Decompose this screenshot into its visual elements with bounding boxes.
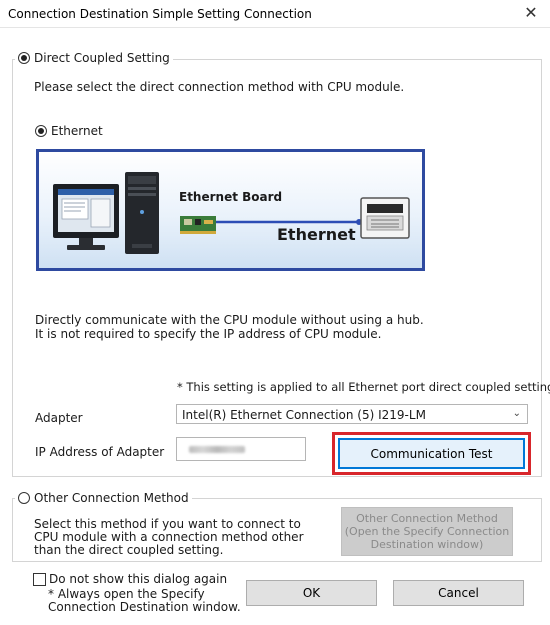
other-button-line1: Other Connection Method: [356, 512, 498, 525]
cancel-label: Cancel: [438, 586, 479, 600]
title-bar: Connection Destination Simple Setting Co…: [0, 0, 550, 28]
ethernet-board-icon: [180, 216, 216, 234]
other-description-line3: than the direct coupled setting.: [34, 543, 224, 557]
close-icon[interactable]: ✕: [522, 3, 540, 23]
communication-test-label: Communication Test: [370, 446, 493, 461]
other-connection-label: Other Connection Method: [34, 491, 189, 505]
do-not-show-checkbox[interactable]: [33, 572, 46, 586]
do-not-show-option[interactable]: Do not show this dialog again: [33, 572, 227, 586]
adapter-value: Intel(R) Ethernet Connection (5) I219-LM: [182, 408, 426, 422]
other-button-line2: (Open the Specify Connection: [344, 525, 510, 538]
ethernet-option[interactable]: Ethernet: [35, 124, 103, 138]
cancel-button[interactable]: Cancel: [393, 580, 524, 606]
desktop-computer-icon: [53, 172, 159, 254]
direct-description-line1: Directly communicate with the CPU module…: [35, 313, 424, 327]
connection-diagram: Ethernet Board Ethernet: [36, 149, 425, 271]
adapter-label: Adapter: [35, 411, 83, 425]
diagram-network-label: Ethernet: [277, 225, 356, 244]
other-description-line2: CPU module with a connection method othe…: [34, 530, 304, 544]
adapter-select[interactable]: Intel(R) Ethernet Connection (5) I219-LM…: [176, 404, 528, 424]
ip-address-field[interactable]: [176, 437, 306, 461]
chevron-down-icon[interactable]: ⌄: [513, 408, 521, 419]
direct-description-line2: It is not required to specify the IP add…: [35, 327, 382, 341]
ip-address-label: IP Address of Adapter: [35, 445, 165, 459]
other-connection-radio[interactable]: [18, 492, 30, 504]
ok-label: OK: [302, 586, 321, 600]
direct-instruction: Please select the direct connection meth…: [34, 80, 405, 94]
ethernet-setting-note: * This setting is applied to all Etherne…: [177, 380, 550, 394]
do-not-show-note-line2: Connection Destination window.: [48, 600, 241, 614]
other-connection-method-button[interactable]: Other Connection Method (Open the Specif…: [341, 507, 513, 556]
do-not-show-label: Do not show this dialog again: [49, 572, 228, 586]
direct-coupled-label: Direct Coupled Setting: [34, 51, 170, 65]
direct-coupled-option[interactable]: Direct Coupled Setting: [15, 51, 173, 65]
other-connection-option[interactable]: Other Connection Method: [15, 491, 192, 505]
ok-button[interactable]: OK: [246, 580, 377, 606]
diagram-board-label: Ethernet Board: [179, 190, 283, 204]
window-title: Connection Destination Simple Setting Co…: [8, 7, 312, 21]
other-description-line1: Select this method if you want to connec…: [34, 517, 301, 531]
direct-coupled-radio[interactable]: [18, 52, 30, 64]
do-not-show-note-line1: * Always open the Specify: [48, 587, 205, 601]
ip-address-redacted: [189, 446, 245, 453]
ethernet-radio[interactable]: [35, 125, 47, 137]
diagram-graphic: [53, 172, 410, 254]
other-button-line3: Destination window): [370, 538, 484, 551]
plc-module-icon: [360, 197, 410, 239]
ethernet-label: Ethernet: [51, 124, 103, 138]
communication-test-button[interactable]: Communication Test: [338, 438, 525, 469]
